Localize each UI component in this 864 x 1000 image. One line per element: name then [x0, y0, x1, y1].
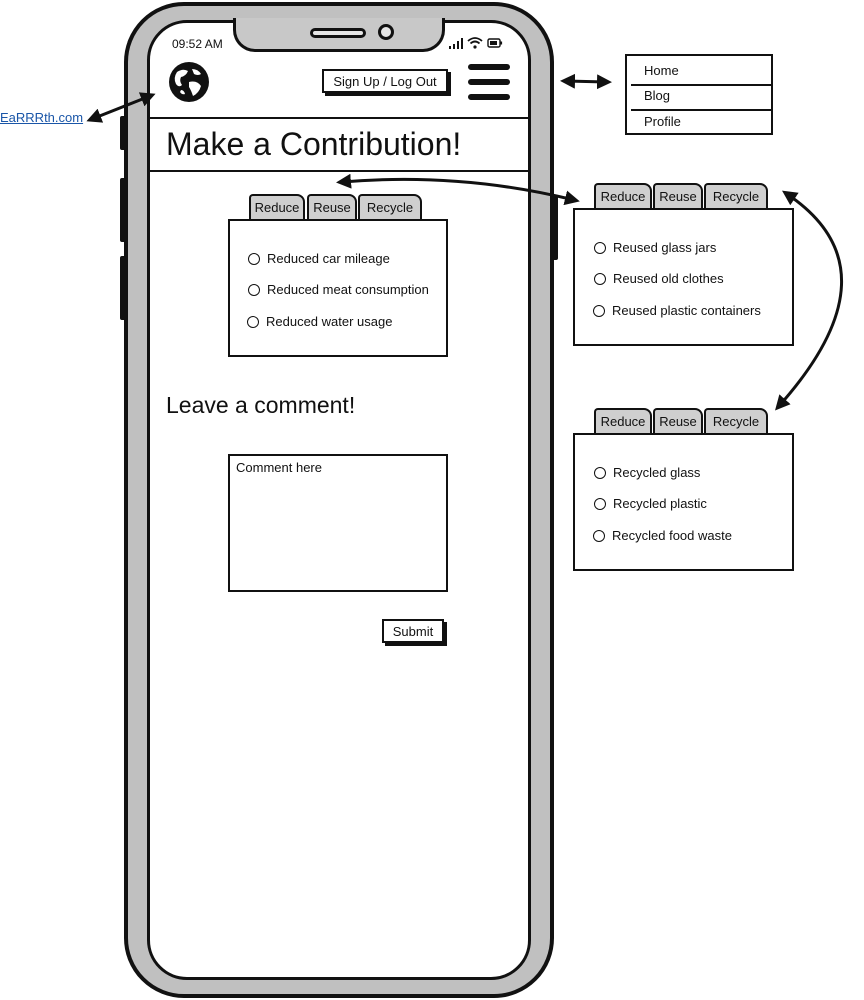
tab-reduce[interactable]: Reduce: [594, 183, 652, 208]
battery-icon: [487, 38, 503, 48]
tab-reuse[interactable]: Reuse: [653, 183, 703, 208]
phone-side-button-right: [552, 196, 558, 260]
reuse-panel: Reused glass jars Reused old clothes Reu…: [573, 208, 794, 346]
option-reduced-water-usage[interactable]: Reduced water usage: [247, 314, 392, 329]
option-label: Recycled food waste: [612, 528, 732, 543]
menu-item-blog[interactable]: Blog: [627, 83, 771, 107]
phone-speaker: [310, 28, 366, 38]
radio-button[interactable]: [593, 304, 605, 317]
option-label: Reused old clothes: [613, 271, 724, 286]
wifi-icon: [467, 37, 483, 49]
option-reduced-meat-consumption[interactable]: Reduced meat consumption: [248, 282, 429, 297]
tab-reduce[interactable]: Reduce: [249, 194, 305, 219]
signal-icon: [449, 38, 463, 49]
title-divider: [150, 170, 528, 172]
radio-button[interactable]: [247, 315, 259, 328]
site-link[interactable]: EaRRRth.com: [0, 110, 83, 125]
radio-button[interactable]: [594, 272, 606, 285]
option-recycled-glass[interactable]: Recycled glass: [594, 465, 700, 480]
status-time: 09:52 AM: [172, 37, 223, 51]
option-reused-old-clothes[interactable]: Reused old clothes: [594, 271, 724, 286]
menu-item-home[interactable]: Home: [627, 58, 771, 82]
phone-side-button-left-3: [120, 256, 126, 320]
option-label: Reduced meat consumption: [267, 282, 429, 297]
phone-camera: [378, 24, 394, 40]
option-reused-plastic-containers[interactable]: Reused plastic containers: [593, 303, 761, 318]
option-label: Reduced water usage: [266, 314, 393, 329]
submit-button[interactable]: Submit: [382, 619, 444, 643]
option-label: Recycled plastic: [613, 496, 707, 511]
recycle-panel: Recycled glass Recycled plastic Recycled…: [573, 433, 794, 571]
radio-button[interactable]: [248, 283, 260, 296]
comment-textarea[interactable]: Comment here: [228, 454, 448, 592]
tab-reuse[interactable]: Reuse: [307, 194, 357, 219]
header-divider: [150, 117, 528, 119]
tab-recycle[interactable]: Recycle: [358, 194, 422, 219]
tab-recycle[interactable]: Recycle: [704, 183, 768, 208]
radio-button[interactable]: [594, 497, 606, 510]
option-reused-glass-jars[interactable]: Reused glass jars: [594, 240, 716, 255]
option-reduced-car-mileage[interactable]: Reduced car mileage: [248, 251, 390, 266]
option-label: Reused glass jars: [613, 240, 717, 255]
option-recycled-plastic[interactable]: Recycled plastic: [594, 496, 707, 511]
tab-reuse[interactable]: Reuse: [653, 408, 703, 433]
option-label: Recycled glass: [613, 465, 701, 480]
hamburger-menu-icon[interactable]: [468, 64, 510, 102]
reduce-panel: Reduced car mileage Reduced meat consump…: [228, 219, 448, 357]
menu-item-profile[interactable]: Profile: [627, 109, 771, 133]
nav-menu: Home Blog Profile: [625, 54, 773, 135]
signup-logout-button[interactable]: Sign Up / Log Out: [322, 69, 448, 93]
phone-side-button-left-2: [120, 178, 126, 242]
radio-button[interactable]: [248, 252, 260, 265]
comment-heading: Leave a comment!: [166, 392, 356, 418]
phone-side-button-left-1: [120, 116, 126, 150]
globe-icon[interactable]: [167, 60, 211, 104]
tab-recycle[interactable]: Recycle: [704, 408, 768, 433]
radio-button[interactable]: [594, 466, 606, 479]
radio-button[interactable]: [594, 241, 606, 254]
option-label: Reduced car mileage: [267, 251, 390, 266]
option-label: Reused plastic containers: [612, 303, 761, 318]
arrow-hamburger-to-menu: [560, 73, 612, 90]
tab-reduce[interactable]: Reduce: [594, 408, 652, 433]
option-recycled-food-waste[interactable]: Recycled food waste: [593, 528, 732, 543]
radio-button[interactable]: [593, 529, 605, 542]
page-title: Make a Contribution!: [166, 126, 462, 162]
